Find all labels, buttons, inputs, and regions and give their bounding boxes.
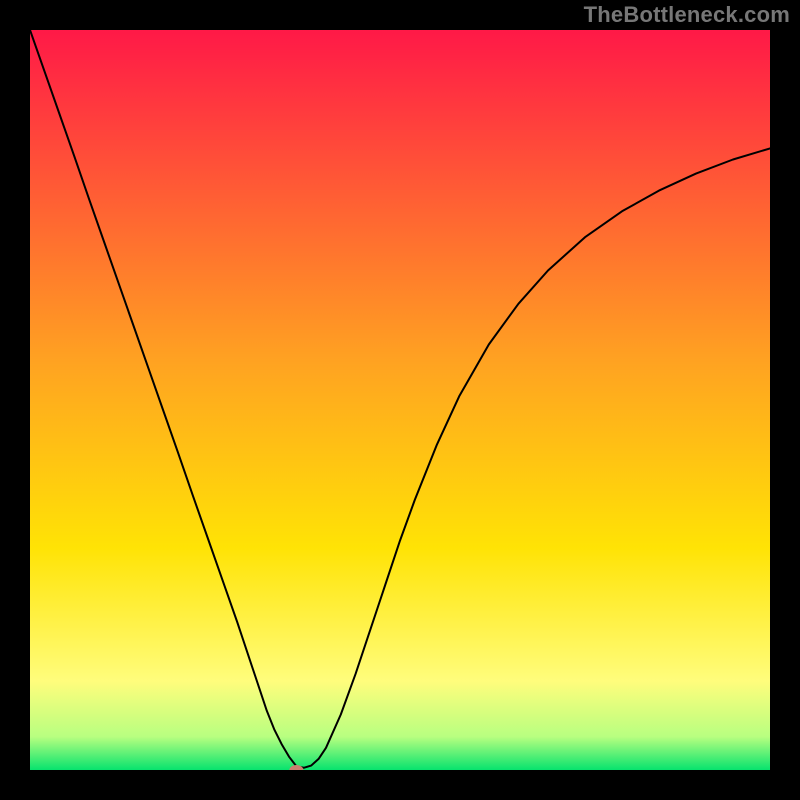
plot-area <box>30 30 770 770</box>
gradient-background <box>30 30 770 770</box>
watermark-text: TheBottleneck.com <box>584 2 790 28</box>
chart-frame: TheBottleneck.com <box>0 0 800 800</box>
chart-svg <box>30 30 770 770</box>
